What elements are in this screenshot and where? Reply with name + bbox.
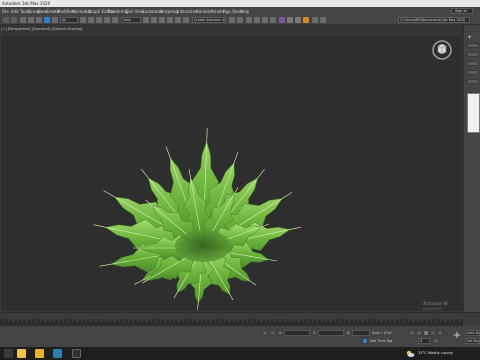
ribbon-toggle-icon[interactable]	[254, 16, 260, 23]
schematic-view-icon[interactable]	[270, 16, 276, 23]
set-key-button[interactable]: Set Key	[465, 338, 480, 344]
lock-selection-icon[interactable]	[262, 330, 268, 336]
object-name-list[interactable]	[467, 93, 480, 133]
menu-content[interactable]: Content	[196, 9, 212, 14]
rendered-frame-window-icon[interactable]	[295, 16, 301, 23]
auto-key-button[interactable]: Auto Key	[465, 330, 480, 336]
menu-edit[interactable]: Edit	[11, 9, 19, 14]
menu-scripting[interactable]: Scripting	[160, 9, 178, 14]
y-coord-field[interactable]	[318, 330, 344, 336]
window-crossing-icon[interactable]	[88, 16, 94, 23]
unlink-icon[interactable]	[28, 16, 34, 23]
windows-taskbar: 32°C Mostly cloudy	[0, 347, 480, 360]
pivot-center-icon[interactable]	[143, 16, 149, 23]
link-icon[interactable]	[20, 16, 26, 23]
time-tag-icon[interactable]	[362, 338, 368, 344]
rotate-icon[interactable]	[104, 16, 110, 23]
command-panel-button[interactable]	[467, 52, 479, 57]
menu-arnold[interactable]: Arnold	[211, 9, 224, 14]
select-object-icon[interactable]	[44, 16, 50, 23]
3ds-max-taskbar-icon[interactable]	[53, 349, 62, 358]
viewport-label[interactable]: [+] [Perspective] [Standard] [Default Sh…	[1, 27, 83, 31]
go-to-start-icon[interactable]	[409, 330, 415, 336]
menu-help[interactable]: Help	[240, 9, 249, 14]
weather-widget[interactable]: 32°C Mostly cloudy	[418, 351, 453, 355]
z-coord-field[interactable]	[352, 330, 370, 336]
menu-file[interactable]: File	[2, 9, 9, 14]
sign-in-button[interactable]: Sign In	[451, 8, 473, 14]
weather-condition: Mostly cloudy	[428, 351, 453, 355]
command-panel-button[interactable]	[467, 61, 479, 66]
window-title: Autodesk 3ds Max 2020	[2, 1, 51, 6]
reference-coordinate-dropdown[interactable]: View	[121, 17, 141, 23]
render-production-icon[interactable]	[303, 16, 309, 23]
activate-windows-watermark: Activate W Go to Settin	[423, 302, 463, 312]
app-taskbar-icon[interactable]	[72, 349, 81, 358]
start-icon[interactable]	[4, 349, 13, 358]
command-panel: +	[463, 25, 480, 312]
absolute-mode-icon[interactable]	[270, 330, 276, 336]
material-editor-icon[interactable]	[279, 16, 285, 23]
time-configuration-icon[interactable]	[433, 338, 439, 344]
x-coord-field[interactable]	[284, 330, 310, 336]
track-bar-ticks	[3, 319, 460, 322]
undo-icon[interactable]	[3, 16, 9, 23]
create-tab-icon[interactable]: +	[467, 34, 472, 41]
edit-named-selections-icon[interactable]	[183, 16, 189, 23]
status-bar: X: Y: Z: Grid = 0'10" Add Time Tag 0 + A…	[0, 326, 480, 347]
a360-gallery-icon[interactable]	[320, 16, 326, 23]
weather-temperature: 32°C	[418, 351, 427, 355]
spinner-snap-icon[interactable]	[175, 16, 181, 23]
scale-icon[interactable]	[112, 16, 118, 23]
y-coord-label: Y:	[313, 331, 316, 335]
fern-center	[175, 230, 231, 262]
command-panel-button[interactable]	[467, 70, 479, 75]
go-to-end-icon[interactable]	[437, 330, 443, 336]
x-coord-label: X:	[279, 331, 283, 335]
bind-spacewarp-icon[interactable]	[36, 16, 42, 23]
grid-spacing-label: Grid = 0'10"	[372, 331, 393, 335]
render-setup-icon[interactable]	[287, 16, 293, 23]
project-folder-path[interactable]: C:\Users\WH\Documents\3ds Max 2020	[398, 17, 470, 23]
viewcube-icon[interactable]	[430, 37, 454, 61]
previous-frame-icon[interactable]	[416, 330, 422, 336]
percent-snap-icon[interactable]	[167, 16, 173, 23]
angle-snap-icon[interactable]	[159, 16, 165, 23]
next-frame-icon[interactable]	[430, 330, 436, 336]
command-panel-button[interactable]	[467, 43, 479, 48]
redo-icon[interactable]	[11, 16, 17, 23]
current-frame-field[interactable]: 0	[418, 338, 430, 344]
named-selection-set-dropdown[interactable]: Create Selection Se	[192, 17, 226, 23]
fern-plant-model[interactable]	[0, 34, 463, 312]
render-in-cloud-icon[interactable]	[312, 16, 318, 23]
play-icon[interactable]	[423, 330, 429, 336]
move-icon[interactable]	[96, 16, 102, 23]
snap-toggle-icon[interactable]	[151, 16, 157, 23]
title-bar: Autodesk 3ds Max 2020	[0, 0, 480, 7]
layer-explorer-icon[interactable]	[246, 16, 252, 23]
file-explorer-pinned-icon[interactable]	[35, 349, 44, 358]
mirror-icon[interactable]	[229, 16, 235, 23]
align-icon[interactable]	[237, 16, 243, 23]
z-coord-label: Z:	[347, 331, 351, 335]
curve-editor-icon[interactable]	[262, 16, 268, 23]
add-time-tag-button[interactable]: Add Time Tag	[370, 339, 392, 343]
command-panel-button[interactable]	[467, 79, 479, 84]
selection-filter-dropdown[interactable]: All	[60, 17, 78, 23]
add-icon[interactable]: +	[452, 331, 462, 341]
menu-bar: File Edit Tools Group Views Create Modif…	[0, 7, 480, 15]
perspective-viewport[interactable]: Activate W Go to Settin	[0, 34, 463, 312]
select-by-name-icon[interactable]	[52, 16, 58, 23]
mostly-cloudy-icon	[406, 350, 415, 357]
file-explorer-icon[interactable]	[17, 349, 26, 358]
rectangular-selection-icon[interactable]	[80, 16, 86, 23]
viewport-label-strip: [+] [Perspective] [Standard] [Default Sh…	[0, 25, 463, 34]
main-toolbar: All View Create Selection Se C:\Users\WH…	[0, 15, 480, 25]
